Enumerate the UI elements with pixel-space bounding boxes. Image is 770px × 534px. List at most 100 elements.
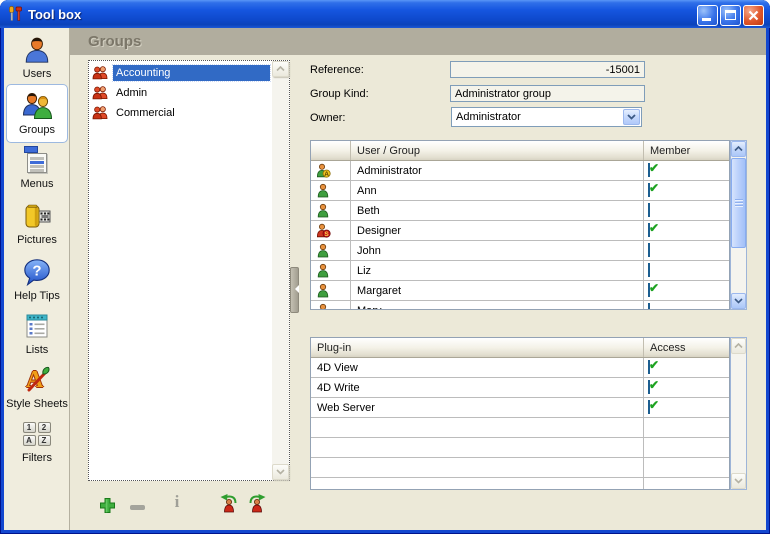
scroll-down-icon[interactable] xyxy=(731,293,746,309)
users-table-scrollbar[interactable] xyxy=(730,140,747,310)
scroll-down-icon[interactable] xyxy=(272,464,289,480)
owner-dropdown[interactable]: Administrator xyxy=(451,107,642,127)
group-list-item[interactable]: Admin xyxy=(89,83,289,103)
sidebar-item-groups[interactable]: Groups xyxy=(6,84,68,143)
sidebar-item-help-tips[interactable]: ? Help Tips xyxy=(6,256,68,302)
plugins-table-scrollbar[interactable] xyxy=(730,337,747,490)
user-name: Liz xyxy=(351,261,644,280)
sidebar-item-label: Filters xyxy=(6,452,68,464)
toolbox-icon xyxy=(7,6,23,22)
window-content: Users Groups xyxy=(4,28,766,530)
groups-list-scrollbar[interactable] xyxy=(272,61,289,480)
title-bar[interactable]: Tool box xyxy=(0,0,770,28)
table-row[interactable]: Mary xyxy=(311,301,729,309)
style-sheets-icon: A xyxy=(6,364,68,396)
group-info-button[interactable]: i xyxy=(166,492,188,512)
dropdown-button[interactable] xyxy=(623,109,640,125)
plugin-name: 4D Write xyxy=(311,378,644,397)
member-checkbox[interactable] xyxy=(648,223,650,237)
move-user-out-button[interactable] xyxy=(247,493,269,513)
user-group-column-header[interactable]: User / Group xyxy=(351,141,644,160)
table-row[interactable]: Ann xyxy=(311,181,729,201)
minimize-button[interactable] xyxy=(697,5,718,26)
table-row[interactable]: 4D View xyxy=(311,358,729,378)
sidebar-item-label: Pictures xyxy=(6,234,68,246)
member-checkbox[interactable] xyxy=(648,203,650,217)
user-name: Mary xyxy=(351,301,644,309)
maximize-button[interactable] xyxy=(720,5,741,26)
empty-row xyxy=(311,438,729,458)
minimize-icon xyxy=(702,18,711,21)
maximize-icon xyxy=(725,10,736,20)
lists-icon xyxy=(6,310,68,342)
group-name[interactable]: Commercial xyxy=(113,105,270,121)
group-kind-field[interactable]: Administrator group xyxy=(450,85,645,102)
user-icon xyxy=(315,243,331,259)
scroll-up-icon[interactable] xyxy=(731,338,746,354)
users-icon xyxy=(6,34,68,66)
user-name: Ann xyxy=(351,181,644,200)
table-row[interactable]: John xyxy=(311,241,729,261)
member-checkbox[interactable] xyxy=(648,263,650,277)
panel-splitter[interactable] xyxy=(290,267,299,313)
plugin-column-header[interactable]: Plug-in xyxy=(311,338,644,357)
table-row[interactable]: 4D Write xyxy=(311,378,729,398)
empty-row xyxy=(311,458,729,478)
group-name[interactable]: Admin xyxy=(113,85,270,101)
member-checkbox[interactable] xyxy=(648,303,650,309)
page-title: Groups xyxy=(88,33,141,50)
empty-row xyxy=(311,418,729,438)
users-table-header[interactable]: User / Group Member xyxy=(311,141,729,161)
user-name: Administrator xyxy=(351,161,644,180)
sidebar-item-menus[interactable]: Menus xyxy=(6,144,68,190)
plugins-table-header[interactable]: Plug-in Access xyxy=(311,338,729,358)
table-row[interactable]: A Administrator xyxy=(311,161,729,181)
access-checkbox[interactable] xyxy=(648,360,650,374)
access-column-header[interactable]: Access xyxy=(644,338,729,357)
add-group-button[interactable] xyxy=(96,495,118,515)
minus-icon xyxy=(130,505,145,510)
menus-icon xyxy=(6,144,68,176)
icon-column-header[interactable] xyxy=(311,141,351,160)
user-icon xyxy=(315,263,331,279)
group-list-item[interactable]: Accounting xyxy=(89,63,289,83)
groups-list[interactable]: Accounting Admin xyxy=(88,60,290,481)
table-row[interactable]: Web Server xyxy=(311,398,729,418)
close-button[interactable] xyxy=(743,5,764,26)
scroll-up-icon[interactable] xyxy=(272,61,289,77)
access-checkbox[interactable] xyxy=(648,400,650,414)
table-row[interactable]: Liz xyxy=(311,261,729,281)
sidebar-item-pictures[interactable]: Pictures xyxy=(6,200,68,246)
users-table-body: A Administrator Ann xyxy=(311,161,729,309)
access-checkbox[interactable] xyxy=(648,380,650,394)
table-row[interactable]: S Designer xyxy=(311,221,729,241)
sidebar-item-users[interactable]: Users xyxy=(6,34,68,80)
table-row[interactable]: Margaret xyxy=(311,281,729,301)
sidebar-item-filters[interactable]: 1 2 A Z Filters xyxy=(6,418,68,464)
member-checkbox[interactable] xyxy=(648,283,650,297)
scrollbar-thumb[interactable] xyxy=(731,158,746,248)
plugin-name: 4D View xyxy=(311,358,644,377)
users-table: User / Group Member A Administrator xyxy=(310,140,730,310)
move-user-in-button[interactable] xyxy=(217,493,239,513)
user-name: Designer xyxy=(351,221,644,240)
sidebar-item-lists[interactable]: Lists xyxy=(6,310,68,356)
table-row[interactable]: Beth xyxy=(311,201,729,221)
user-arrow-left-icon xyxy=(217,493,239,513)
scroll-down-icon[interactable] xyxy=(731,473,746,489)
member-checkbox[interactable] xyxy=(648,183,650,197)
reference-field[interactable]: -15001 xyxy=(450,61,645,78)
user-name: John xyxy=(351,241,644,260)
group-name[interactable]: Accounting xyxy=(113,65,270,81)
member-column-header[interactable]: Member xyxy=(644,141,729,160)
remove-group-button[interactable] xyxy=(126,497,148,517)
info-icon: i xyxy=(175,492,180,512)
sidebar-item-style-sheets[interactable]: A Style Sheets xyxy=(6,364,68,410)
user-icon xyxy=(315,203,331,219)
group-list-item[interactable]: Commercial xyxy=(89,103,289,123)
member-checkbox[interactable] xyxy=(648,163,650,177)
groups-icon xyxy=(7,90,67,122)
scroll-up-icon[interactable] xyxy=(731,141,746,157)
sidebar-item-label: Lists xyxy=(6,344,68,356)
member-checkbox[interactable] xyxy=(648,243,650,257)
